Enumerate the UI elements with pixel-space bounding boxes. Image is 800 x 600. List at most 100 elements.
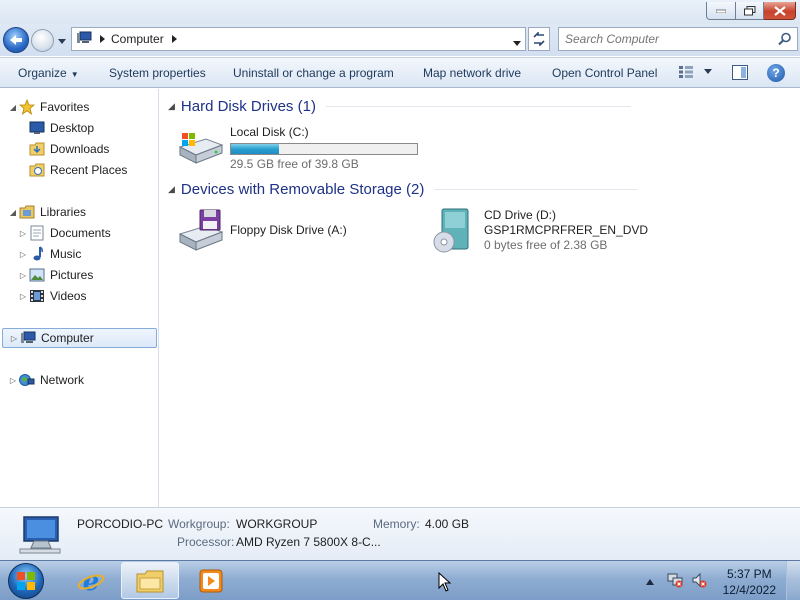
drive-floppy-a[interactable]: Floppy Disk Drive (A:) [176,208,347,254]
group-header-removable-storage[interactable]: ◢ Devices with Removable Storage (2) [168,181,638,198]
nav-label: Computer [41,331,94,345]
nav-label: Music [50,247,82,261]
nav-label: Videos [50,289,87,303]
network-tray-icon[interactable] [667,572,683,591]
windows-logo-icon [17,572,35,590]
minimize-icon [716,9,726,13]
group-divider [325,106,631,107]
show-desktop-button[interactable] [786,561,800,600]
close-button[interactable] [764,2,796,20]
organize-menu[interactable]: Organize ▼ [18,66,79,80]
nav-videos[interactable]: ▷ Videos [18,286,87,306]
preview-pane-icon [732,65,748,80]
nav-pictures[interactable]: ▷ Pictures [18,265,93,285]
drive-volume-label: GSP1RMCPRFRER_EN_DVD [484,223,649,237]
nav-computer[interactable]: ▷ Computer [2,328,157,348]
desktop-icon [28,120,46,136]
refresh-button[interactable] [528,27,550,51]
nav-recent-places[interactable]: Recent Places [28,160,127,180]
collapse-arrow-icon[interactable]: ◢ [168,101,175,112]
search-input[interactable] [565,32,765,46]
mouse-cursor-icon [438,571,452,595]
organize-label: Organize [18,66,67,80]
workgroup-label: Workgroup: [168,517,230,531]
disk-usage-bar [230,143,418,155]
change-view-button[interactable] [678,65,712,79]
breadcrumb-computer[interactable]: Computer [111,32,164,46]
network-icon [18,372,36,388]
videos-icon [28,288,46,304]
volume-muted-icon[interactable] [691,572,707,591]
nav-downloads[interactable]: Downloads [28,139,109,159]
collapse-arrow-icon[interactable]: ◢ [168,184,175,195]
nav-label: Network [40,373,85,387]
recent-places-icon [28,162,46,178]
start-button[interactable] [8,563,44,599]
cd-drive-icon [430,208,480,254]
nav-label: Downloads [50,142,110,156]
nav-favorites[interactable]: ◢ Favorites [8,97,89,117]
nav-label: Pictures [50,268,94,282]
command-bar: Organize ▼ System properties Uninstall or… [0,57,800,88]
taskbar-media-player[interactable] [182,562,240,599]
folder-icon [136,570,164,592]
expand-arrow-icon[interactable]: ◢ [8,103,18,112]
nav-libraries[interactable]: ◢ Libraries [8,202,86,222]
nav-label: Recent Places [50,163,128,177]
breadcrumb-separator-icon[interactable] [171,32,177,46]
expand-arrow-icon[interactable]: ▷ [18,250,28,259]
drive-local-disk-c[interactable]: Local Disk (C:) 29.5 GB free of 39.8 GB [176,125,418,172]
nav-desktop[interactable]: Desktop [28,118,94,138]
search-icon[interactable] [778,32,792,49]
group-divider [434,189,638,190]
expand-arrow-icon[interactable]: ▷ [9,334,19,343]
restore-button[interactable] [736,2,764,20]
computer-name: PORCODIO-PC [77,517,164,531]
group-header-hard-disk-drives[interactable]: ◢ Hard Disk Drives (1) [168,98,631,115]
clock[interactable]: 5:37 PM 12/4/2022 [723,566,776,598]
breadcrumb-separator-icon[interactable] [100,32,105,46]
drive-free-space: 29.5 GB free of 39.8 GB [230,157,359,171]
map-network-drive-button[interactable]: Map network drive [423,66,521,80]
forward-button[interactable] [31,29,54,52]
back-button[interactable] [3,27,29,53]
address-dropdown-icon[interactable] [513,36,521,50]
expand-arrow-icon[interactable]: ▷ [18,292,28,301]
taskbar-internet-explorer[interactable]: e [62,562,120,599]
internet-explorer-icon: e [77,567,105,595]
refresh-icon [533,32,545,46]
uninstall-program-button[interactable]: Uninstall or change a program [233,66,394,80]
address-bar[interactable]: Computer [71,27,526,51]
computer-icon [76,31,92,48]
nav-label: Favorites [40,100,90,114]
help-button[interactable]: ? [767,64,785,82]
nav-label: Libraries [40,205,87,219]
nav-music[interactable]: ▷ Music [18,244,81,264]
expand-arrow-icon[interactable]: ◢ [8,208,18,217]
chevron-up-icon [646,579,654,585]
preview-pane-button[interactable] [732,65,748,83]
open-control-panel-button[interactable]: Open Control Panel [552,66,657,80]
taskbar-windows-explorer[interactable] [121,562,179,599]
show-hidden-icons-button[interactable] [646,574,654,588]
close-icon [773,5,786,16]
expand-arrow-icon[interactable]: ▷ [18,229,28,238]
drive-free-space: 0 bytes free of 2.38 GB [484,238,608,252]
search-box[interactable] [558,27,798,51]
clock-date: 12/4/2022 [722,583,776,597]
computer-large-icon [18,516,62,557]
svg-text:e: e [83,567,100,595]
minimize-button[interactable] [706,2,736,20]
nav-network[interactable]: ▷ Network [8,370,84,390]
drive-name: Local Disk (C:) [230,125,309,139]
drive-name: Floppy Disk Drive (A:) [230,223,347,237]
expand-arrow-icon[interactable]: ▷ [8,376,18,385]
expand-arrow-icon[interactable]: ▷ [18,271,28,280]
group-title: Devices with Removable Storage (2) [180,181,425,198]
downloads-folder-icon [28,141,46,157]
system-properties-button[interactable]: System properties [109,66,206,80]
processor-label: Processor: [177,535,235,549]
recent-pages-dropdown[interactable] [58,34,66,48]
drive-cd-d[interactable]: CD Drive (D:) GSP1RMCPRFRER_EN_DVD 0 byt… [430,208,648,254]
nav-documents[interactable]: ▷ Documents [18,223,111,243]
